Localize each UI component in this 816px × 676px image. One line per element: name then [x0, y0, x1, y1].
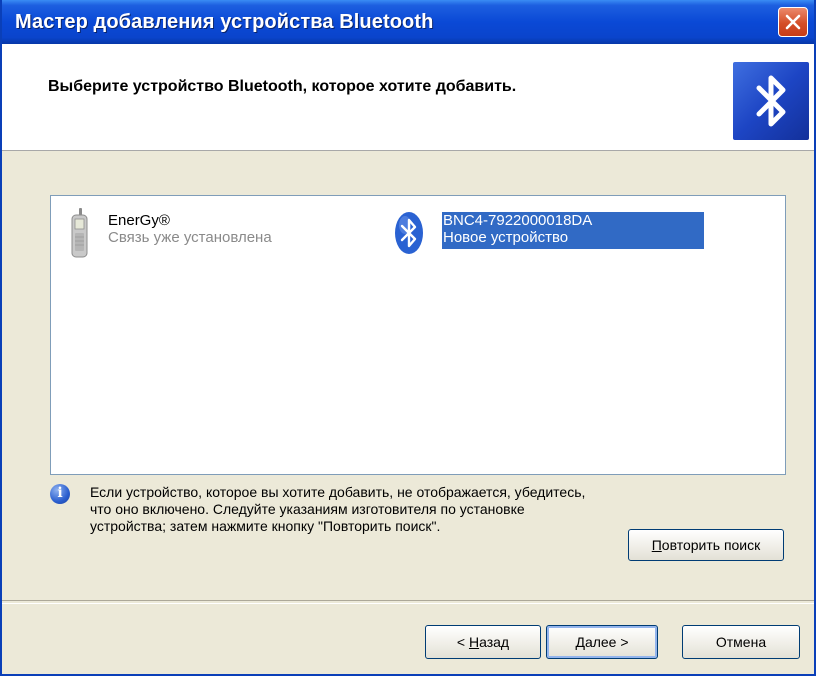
bluetooth-logo-icon [733, 62, 809, 140]
rescan-mnemonic: П [651, 537, 662, 553]
footer-separator [2, 600, 814, 604]
wizard-window: Мастер добавления устройства Bluetooth В… [0, 0, 816, 676]
back-mnemonic: Н [468, 634, 480, 650]
mobile-phone-icon [71, 208, 88, 258]
next-mnemonic: Д [575, 634, 585, 650]
selection-highlight: BNC4-7922000018DA Новое устройство [442, 212, 704, 249]
device-item-bnc4[interactable]: BNC4-7922000018DA Новое устройство [393, 207, 713, 259]
cancel-button[interactable]: Отмена [682, 625, 800, 659]
device-status: Связь уже установлена [108, 229, 272, 246]
device-status: Новое устройство [443, 229, 569, 246]
wizard-header: Выберите устройство Bluetooth, которое х… [2, 44, 814, 151]
info-message: Если устройство, которое вы хотите добав… [90, 484, 586, 534]
info-icon: i [50, 484, 70, 504]
back-button[interactable]: < Назад [425, 625, 541, 659]
rescan-button[interactable]: Повторить поиск [628, 529, 784, 561]
window-title: Мастер добавления устройства Bluetooth [15, 11, 434, 33]
device-list[interactable]: EnerGy® Связь уже установлена BNC4-79220… [50, 195, 786, 475]
next-button[interactable]: Далее > [546, 625, 658, 659]
device-item-energy[interactable]: EnerGy® Связь уже установлена [66, 207, 366, 259]
device-name: EnerGy® [108, 212, 170, 229]
page-title: Выберите устройство Bluetooth, которое х… [48, 78, 517, 95]
back-prefix: < [456, 634, 469, 650]
title-bar[interactable]: Мастер добавления устройства Bluetooth [2, 0, 814, 44]
next-label: алее > [584, 634, 629, 650]
rescan-label: овторить поиск [661, 537, 761, 553]
device-name: BNC4-7922000018DA [443, 212, 593, 229]
close-icon [785, 14, 801, 30]
bluetooth-device-icon [395, 212, 423, 254]
back-label: азад [479, 634, 510, 650]
cancel-label: Отмена [715, 634, 767, 650]
close-button[interactable] [778, 7, 808, 37]
